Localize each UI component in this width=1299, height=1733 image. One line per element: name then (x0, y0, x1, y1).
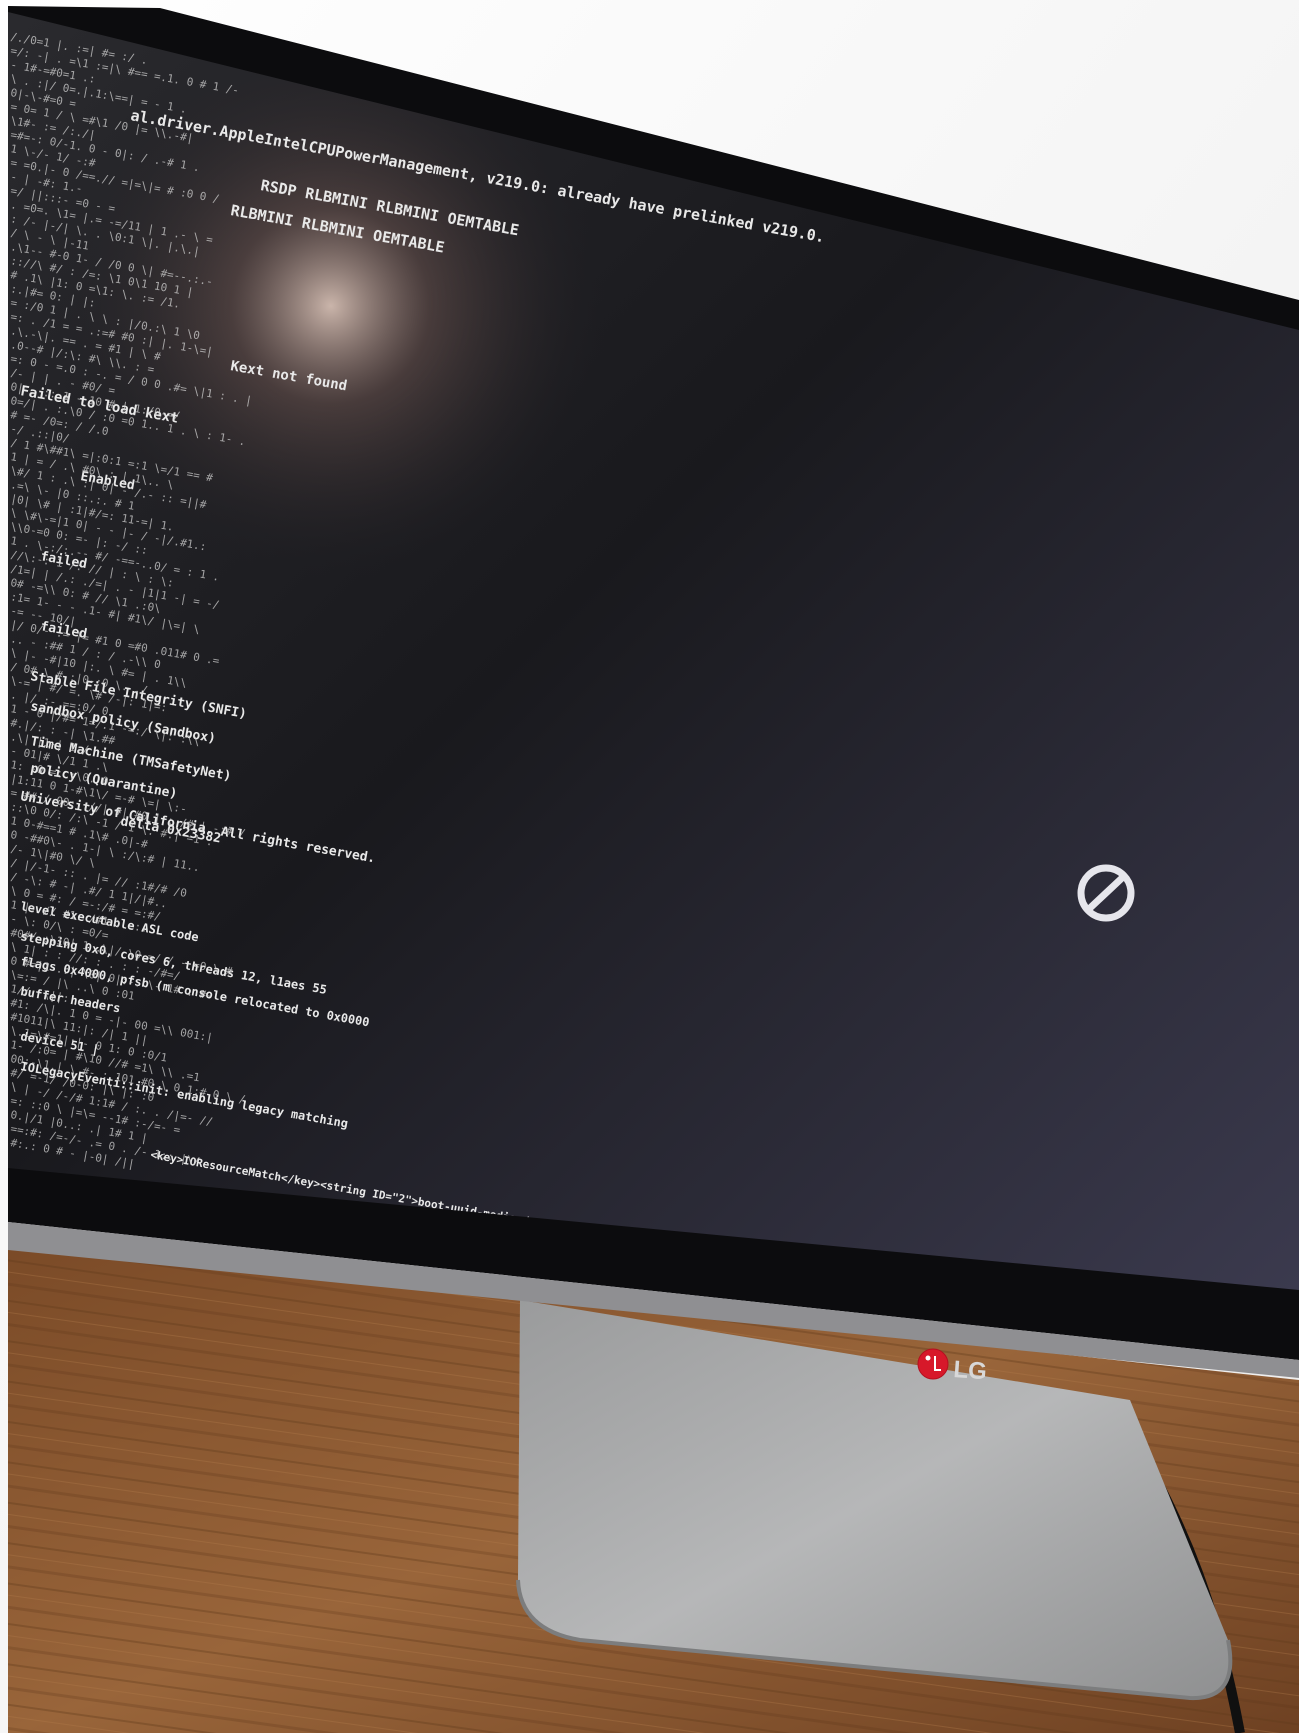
photo-scene: al.driver.AppleIntelCPUPowerManagement, … (0, 0, 1299, 1733)
brand-label: LG (953, 1356, 988, 1385)
